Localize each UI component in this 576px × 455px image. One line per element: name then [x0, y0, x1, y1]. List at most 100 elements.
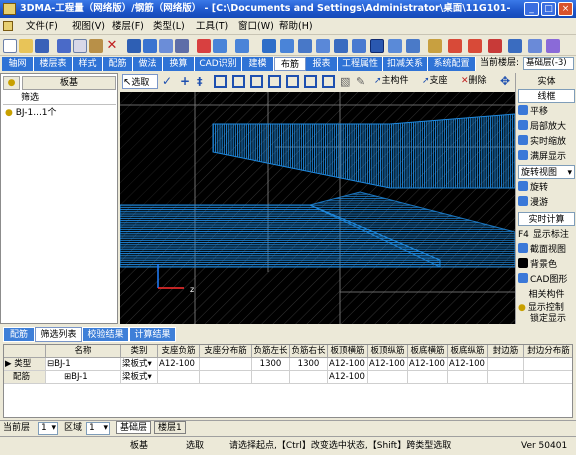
section-view-button[interactable]: 截面视图: [518, 243, 575, 257]
rotate-view-select[interactable]: 旋转视图 ▾: [518, 165, 575, 179]
table-cell[interactable]: 1300: [290, 358, 328, 371]
table-cell[interactable]: [524, 358, 572, 371]
column-header[interactable]: 类别: [121, 345, 158, 358]
delete-icon[interactable]: ✕: [105, 39, 119, 53]
tab-method[interactable]: 做法: [133, 57, 163, 71]
slab-icon[interactable]: [334, 39, 348, 53]
cad-graphics-button[interactable]: CAD图形: [518, 273, 575, 287]
table-cell[interactable]: [408, 371, 448, 384]
show-label-button[interactable]: F4 显示标注: [518, 228, 575, 242]
tab-check-results[interactable]: 校验结果: [82, 327, 129, 342]
decor-icon[interactable]: [406, 39, 420, 53]
foundation-icon[interactable]: [370, 39, 384, 53]
floor-tab-1[interactable]: 楼层1: [154, 421, 186, 434]
hatch-icon[interactable]: ▧: [340, 74, 350, 89]
region-icon[interactable]: [250, 75, 263, 88]
delete-button[interactable]: ✕删除: [461, 74, 487, 89]
close-icon[interactable]: ×: [558, 2, 573, 16]
double-plus-icon[interactable]: ‡: [197, 74, 203, 89]
column-header[interactable]: 封边筋: [488, 345, 524, 358]
table-cell[interactable]: A12-100: [448, 358, 488, 371]
table-cell[interactable]: A12-100: [328, 371, 368, 384]
table-cell[interactable]: A12-100: [408, 358, 448, 371]
corner-icon[interactable]: [322, 75, 335, 88]
export-icon[interactable]: [508, 39, 522, 53]
maximize-icon[interactable]: □: [541, 2, 556, 16]
table-cell[interactable]: 梁板式▾: [121, 358, 158, 371]
chart-icon[interactable]: [197, 39, 211, 53]
view-icon[interactable]: [235, 39, 249, 53]
menu-file[interactable]: 文件(F): [26, 20, 58, 33]
table-cell[interactable]: [200, 371, 252, 384]
move-icon[interactable]: ✥: [500, 74, 510, 89]
tab-floor-table[interactable]: 楼层表: [34, 57, 73, 71]
layer-icon[interactable]: [175, 39, 189, 53]
table-cell[interactable]: [368, 371, 408, 384]
paste-icon[interactable]: [89, 39, 103, 53]
rect-icon[interactable]: [214, 75, 227, 88]
tab-filter-list[interactable]: 筛选列表: [35, 327, 82, 342]
drawing-canvas[interactable]: z: [120, 92, 515, 324]
lock-display-button[interactable]: 锁定显示: [518, 312, 575, 326]
name-cell[interactable]: ⊟BJ-1: [46, 358, 121, 371]
table-cell[interactable]: [158, 371, 200, 384]
floor-select[interactable]: 基础层(-3): [523, 57, 574, 70]
table-cell[interactable]: [252, 371, 290, 384]
list-icon[interactable]: [159, 39, 173, 53]
select-button[interactable]: ↖选取: [122, 74, 158, 89]
stair-icon[interactable]: [352, 39, 366, 53]
copy-icon[interactable]: [73, 39, 87, 53]
table-cell[interactable]: [524, 371, 572, 384]
fit-screen-button[interactable]: 满屏显示: [518, 150, 575, 164]
bulb-icon[interactable]: ●: [3, 76, 20, 90]
axis-icon[interactable]: [262, 39, 276, 53]
table-cell[interactable]: [290, 371, 328, 384]
tab-calc-results[interactable]: 计算结果: [129, 327, 176, 342]
background-color-button[interactable]: 背景色: [518, 258, 575, 272]
table-icon[interactable]: [143, 39, 157, 53]
floor-tab-foundation[interactable]: 基础层: [116, 421, 152, 434]
support-button[interactable]: ➚支座: [422, 74, 448, 89]
tab-project-props[interactable]: 工程属性: [338, 57, 383, 71]
wall-icon[interactable]: [280, 39, 294, 53]
menu-tools[interactable]: 工具(T): [196, 20, 228, 33]
column-header[interactable]: 负筋左长: [252, 345, 290, 358]
table-cell[interactable]: [488, 371, 524, 384]
column-header[interactable]: 板顶横筋: [328, 345, 368, 358]
table-cell[interactable]: [200, 358, 252, 371]
wireframe-toggle[interactable]: 线框: [518, 89, 575, 103]
column-header[interactable]: 负筋右长: [290, 345, 328, 358]
main-member-button[interactable]: ➚主构件: [374, 74, 409, 89]
link-icon[interactable]: [528, 39, 542, 53]
table-cell[interactable]: 1300: [252, 358, 290, 371]
column-header[interactable]: 板底纵筋: [448, 345, 488, 358]
open-icon[interactable]: [19, 39, 33, 53]
table-cell[interactable]: [448, 371, 488, 384]
edit-icon[interactable]: ✎: [356, 74, 365, 89]
ruler-icon[interactable]: [428, 39, 442, 53]
menu-view[interactable]: 视图(V): [72, 20, 105, 33]
table-cell[interactable]: A12-100: [368, 358, 408, 371]
tab-axis[interactable]: 轴网: [2, 57, 34, 71]
tab-style[interactable]: 样式: [73, 57, 103, 71]
menu-type[interactable]: 类型(L): [153, 20, 185, 33]
roam-button[interactable]: 漫游: [518, 196, 575, 210]
check-icon[interactable]: ✓: [162, 74, 172, 89]
tab-deduction[interactable]: 扣减关系: [383, 57, 428, 71]
name-cell[interactable]: ⊞BJ-1: [46, 371, 121, 384]
column-header[interactable]: 板底横筋: [408, 345, 448, 358]
zoom-window-button[interactable]: 局部放大: [518, 120, 575, 134]
column-header[interactable]: 名称: [46, 345, 121, 358]
column-header[interactable]: 板顶纵筋: [368, 345, 408, 358]
pan-button[interactable]: 平移: [518, 105, 575, 119]
tab-rebar[interactable]: 配筋: [3, 327, 35, 342]
frame-icon[interactable]: [268, 75, 281, 88]
table-cell[interactable]: A12-100: [158, 358, 200, 371]
rect-split-icon[interactable]: [232, 75, 245, 88]
tab-cad-recognition[interactable]: CAD识别: [195, 57, 242, 71]
calc-icon[interactable]: [468, 39, 482, 53]
list-item[interactable]: ● BJ-1...1个: [3, 106, 116, 120]
tab-report[interactable]: 报表: [306, 57, 338, 71]
tab-rebar-layout[interactable]: 布筋: [274, 57, 306, 71]
beam-icon[interactable]: [298, 39, 312, 53]
